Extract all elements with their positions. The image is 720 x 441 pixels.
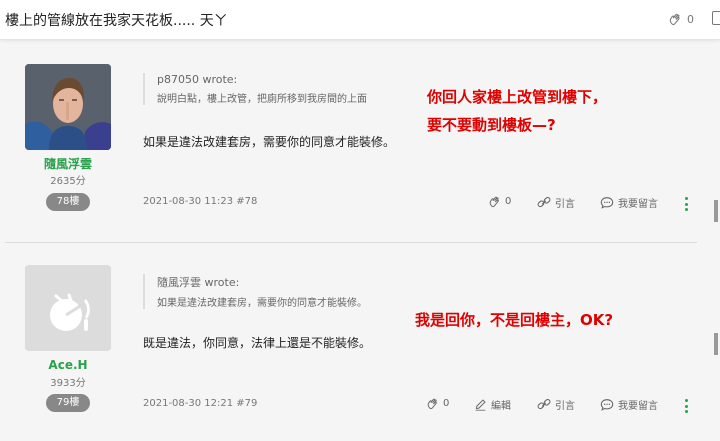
like-button[interactable]: 0 [426, 397, 449, 410]
quote-label: 引言 [555, 199, 575, 210]
quote-block: 隨風浮雲 wrote: 如果是違法改建套房，需要你的同意才能裝修。 [143, 274, 367, 309]
username[interactable]: Ace.H [25, 358, 111, 372]
thread-header: 樓上的管線放在我家天花板..... 天ㄚ 0 [0, 0, 720, 40]
edit-label: 編輯 [491, 401, 511, 412]
edit-button[interactable]: 編輯 [474, 397, 511, 412]
reply-label: 我要留言 [618, 401, 658, 412]
quote-button[interactable]: 引言 [537, 195, 575, 210]
quote-block: p87050 wrote: 說明白點，樓上改管，把廁所移到我房間的上面 [143, 73, 367, 105]
avatar[interactable] [25, 265, 111, 351]
thread-like-count: 0 [687, 12, 694, 26]
more-options-icon[interactable] [683, 197, 689, 211]
post-body: 既是違法，你同意，法律上還是不能裝修。 [143, 336, 372, 350]
bookmark-icon[interactable] [712, 11, 720, 25]
quote-header: p87050 wrote: [157, 73, 238, 86]
clap-icon [489, 196, 499, 208]
quote-text: 如果是違法改建套房，需要你的同意才能裝修。 [157, 298, 367, 309]
annotation-line: 我是回你，不是回樓主，OK? [415, 311, 614, 329]
reply-button[interactable]: 我要留言 [600, 397, 658, 412]
like-count: 0 [443, 398, 450, 409]
thread-like-button[interactable]: 0 [668, 12, 694, 26]
default-avatar-icon [50, 293, 91, 331]
reply-button[interactable]: 我要留言 [600, 195, 658, 210]
comment-icon [600, 197, 614, 209]
more-options-icon[interactable] [683, 399, 689, 413]
reply-label: 我要留言 [618, 199, 658, 210]
clap-icon [427, 398, 437, 410]
thread-title: 樓上的管線放在我家天花板..... 天ㄚ [5, 13, 228, 29]
clap-icon [669, 13, 680, 26]
user-points: 3933分 [50, 378, 86, 389]
avatar[interactable] [25, 64, 111, 150]
post-divider [5, 242, 697, 243]
user-points: 2635分 [50, 176, 86, 187]
post-78: 隨風浮雲 2635分 78樓 p87050 wrote: 說明白點，樓上改管，把… [0, 48, 712, 238]
post-body: 如果是違法改建套房，需要你的同意才能裝修。 [143, 135, 396, 149]
link-icon [537, 399, 551, 410]
side-edge [712, 40, 720, 441]
comment-icon [600, 399, 614, 411]
quote-button[interactable]: 引言 [537, 397, 575, 412]
floor-badge[interactable]: 78樓 [46, 193, 90, 211]
floor-badge[interactable]: 79樓 [46, 394, 90, 412]
avatar-photo [25, 64, 111, 150]
like-count: 0 [505, 196, 512, 207]
username[interactable]: 隨風浮雲 [25, 155, 111, 172]
link-icon [537, 197, 551, 208]
post-79: Ace.H 3933分 79樓 隨風浮雲 wrote: 如果是違法改建套房，需要… [0, 252, 712, 441]
annotation-line-2: 要不要動到樓板—? [427, 116, 556, 134]
post-datetime: 2021-08-30 11:23 #78 [143, 196, 258, 207]
quote-header: 隨風浮雲 wrote: [157, 276, 240, 289]
post-datetime: 2021-08-30 12:21 #79 [143, 398, 258, 409]
annotation-line-1: 你回人家樓上改管到樓下， [427, 88, 608, 106]
pencil-icon [475, 399, 486, 411]
quote-text: 說明白點，樓上改管，把廁所移到我房間的上面 [157, 94, 367, 105]
like-button[interactable]: 0 [488, 195, 511, 208]
quote-label: 引言 [555, 401, 575, 412]
